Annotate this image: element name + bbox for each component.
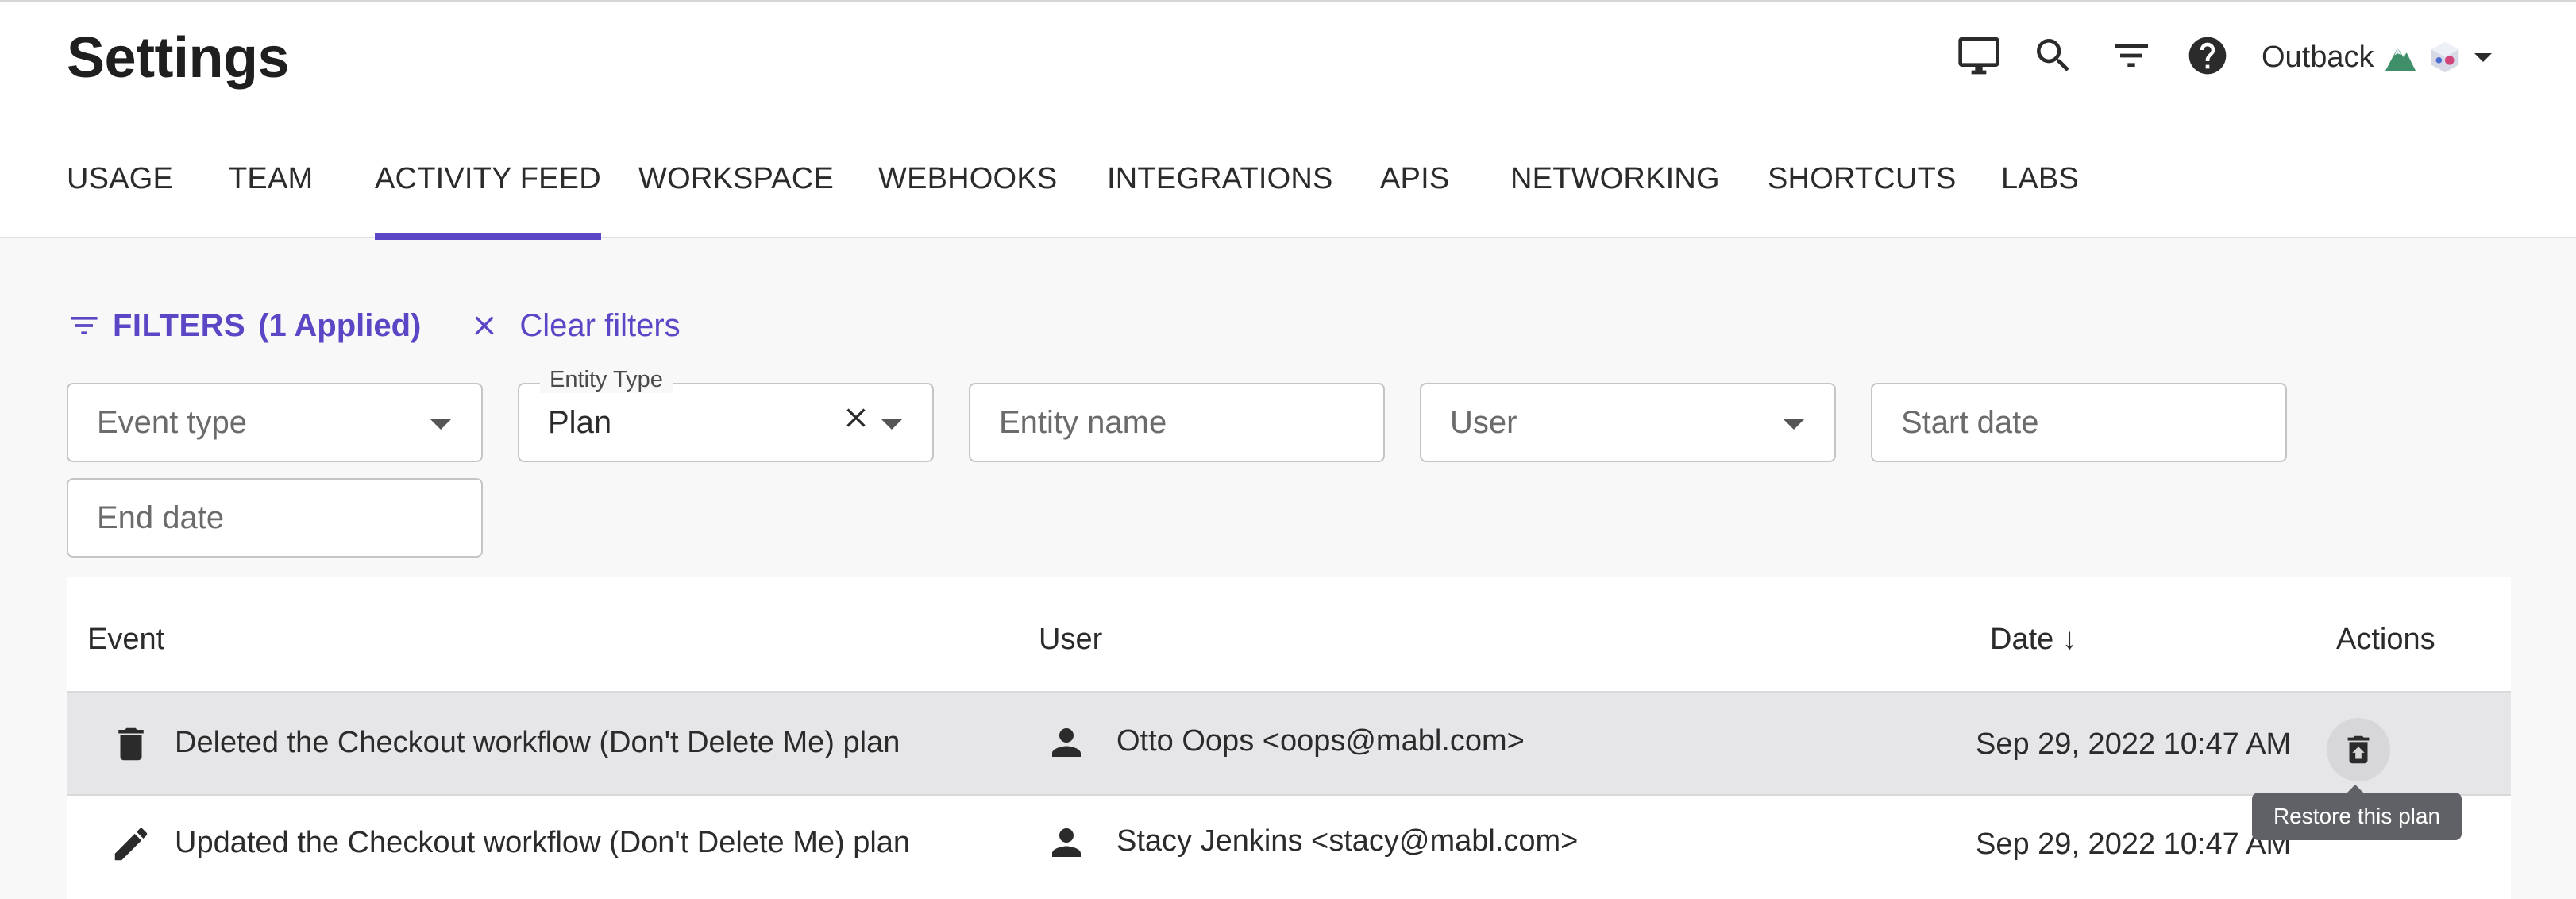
dropdown-arrow-icon — [430, 419, 451, 430]
tab-workspace[interactable]: WORKSPACE — [638, 157, 834, 240]
user-text: Otto Oops <oops@mabl.com> — [1116, 724, 1525, 758]
monitor-icon[interactable] — [1955, 32, 2003, 79]
workspace-name: Outback — [2262, 40, 2374, 74]
event-text: Updated the Checkout workflow (Don't Del… — [175, 826, 911, 859]
tab-labs[interactable]: LABS — [2001, 157, 2079, 240]
dropdown-arrow-icon[interactable] — [881, 419, 902, 430]
user-placeholder: User — [1450, 405, 1517, 440]
person-icon — [1045, 821, 1088, 864]
entity-name-placeholder: Entity name — [999, 405, 1167, 440]
dropdown-arrow-icon — [1784, 419, 1804, 430]
top-header: Settings Outback USAGE TEAM ACTIVITY FEE… — [0, 0, 2576, 240]
column-header-user[interactable]: User — [1039, 623, 1102, 657]
filter-list-icon — [71, 317, 98, 334]
start-date-placeholder: Start date — [1901, 405, 2039, 440]
table-row[interactable]: Updated the Checkout workflow (Don't Del… — [67, 794, 2511, 897]
event-type-select[interactable]: Event type — [67, 383, 483, 462]
tab-shortcuts[interactable]: SHORTCUTS — [1768, 157, 1957, 240]
tab-activity-feed[interactable]: ACTIVITY FEED — [375, 157, 601, 240]
restore-plan-button[interactable] — [2327, 718, 2390, 781]
entity-type-label: Entity Type — [540, 367, 673, 393]
close-icon[interactable] — [469, 310, 500, 341]
date-text: Sep 29, 2022 10:47 AM — [1976, 828, 2292, 861]
filters-applied-count: (1 Applied) — [258, 307, 422, 343]
restore-icon — [2347, 735, 2370, 764]
table-row[interactable]: Deleted the Checkout workflow (Don't Del… — [67, 691, 2511, 794]
entity-name-input[interactable]: Entity name — [969, 383, 1385, 462]
filter-icon[interactable] — [2107, 32, 2155, 79]
mountain-icon — [2385, 48, 2416, 71]
tab-usage[interactable]: USAGE — [67, 157, 173, 240]
column-header-event[interactable]: Event — [87, 623, 164, 657]
entity-type-value: Plan — [548, 405, 612, 440]
filter-bar: FILTERS (1 Applied) Clear filters — [67, 302, 681, 349]
event-text: Deleted the Checkout workflow (Don't Del… — [175, 726, 900, 759]
column-header-actions: Actions — [2336, 623, 2435, 656]
filters-toggle-button[interactable]: FILTERS — [113, 308, 245, 344]
trash-icon — [110, 723, 152, 766]
pencil-icon — [110, 823, 152, 866]
tab-apis[interactable]: APIS — [1380, 157, 1449, 240]
help-icon[interactable] — [2184, 32, 2231, 79]
activity-table: Event User Date ↓ Actions Deleted the Ch… — [67, 577, 2511, 899]
workspace-switcher[interactable]: Outback — [2262, 35, 2492, 79]
tab-webhooks[interactable]: WEBHOOKS — [878, 157, 1057, 240]
page-title: Settings — [67, 26, 290, 90]
user-select[interactable]: User — [1420, 383, 1836, 462]
column-header-date[interactable]: Date ↓ — [1990, 623, 2077, 657]
tab-integrations[interactable]: INTEGRATIONS — [1107, 157, 1333, 240]
entity-type-select[interactable]: Entity Type Plan — [518, 367, 934, 462]
start-date-input[interactable]: Start date — [1871, 383, 2287, 462]
date-text: Sep 29, 2022 10:47 AM — [1976, 727, 2292, 761]
person-icon — [1045, 721, 1088, 764]
restore-tooltip: Restore this plan — [2252, 785, 2462, 840]
tab-networking[interactable]: NETWORKING — [1510, 157, 1720, 240]
event-type-placeholder: Event type — [97, 405, 248, 440]
end-date-placeholder: End date — [97, 500, 225, 535]
workspace-logo-icon — [2431, 41, 2458, 73]
search-icon[interactable] — [2030, 32, 2077, 79]
chevron-down-icon[interactable] — [2474, 52, 2492, 62]
clear-filters-button[interactable]: Clear filters — [519, 308, 680, 344]
user-text: Stacy Jenkins <stacy@mabl.com> — [1116, 824, 1579, 858]
tab-team[interactable]: TEAM — [229, 157, 313, 240]
end-date-input[interactable]: End date — [67, 478, 483, 558]
clear-selection-icon[interactable] — [840, 402, 872, 434]
